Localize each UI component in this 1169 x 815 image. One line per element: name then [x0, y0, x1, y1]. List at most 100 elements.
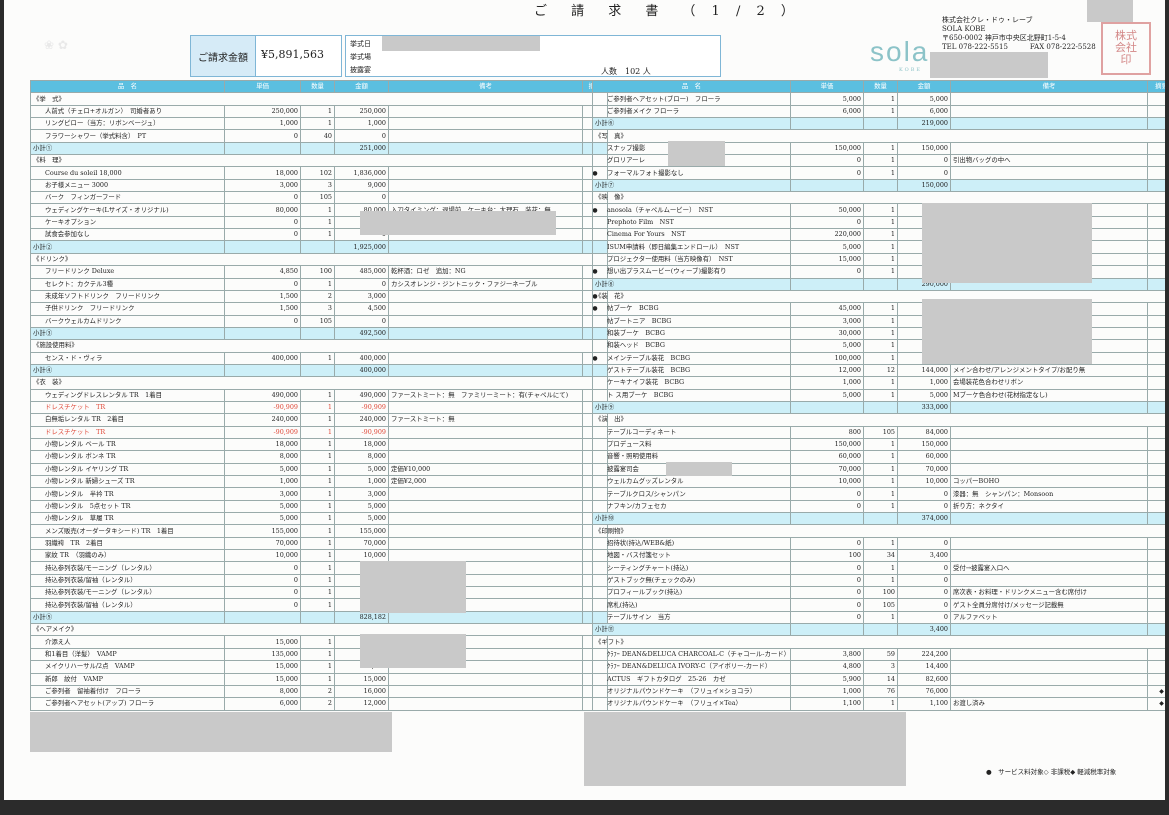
remarks [388, 425, 583, 439]
amount: 9,000 [334, 178, 389, 193]
quantity: 1 [863, 240, 898, 254]
unit-price: 15,000 [790, 252, 864, 267]
table-row: オリジナルパウンドケーキ （フリュイ×Tea） 1,100 1 1,100 お渡し済み ◆ [592, 697, 1165, 711]
item-name: お子様メニュー 3000 [30, 178, 225, 193]
quantity: 1 [300, 215, 335, 230]
tax-mark [1147, 660, 1165, 674]
amount: 16,000 [334, 684, 389, 699]
remarks [388, 524, 583, 538]
redaction-block [668, 141, 725, 166]
unit-price: 0 [790, 536, 864, 551]
quantity: 1 [300, 388, 335, 402]
quantity: 1 [863, 228, 898, 242]
redaction-block [360, 211, 556, 235]
tax-mark [1147, 141, 1165, 156]
quantity: 76 [863, 684, 898, 699]
tax-mark [1147, 388, 1165, 402]
unit-price: 1,500 [224, 289, 301, 304]
remarks [388, 437, 583, 452]
quantity: 1 [863, 573, 898, 588]
remarks [388, 697, 583, 711]
amount [334, 92, 389, 106]
quantity: 14 [863, 672, 898, 686]
subtotal-row: 小計⑩ 374,000 [592, 512, 1165, 526]
quantity: 1 [300, 203, 335, 217]
remarks: 定価¥2,000 [388, 474, 583, 489]
tax-mark [1147, 635, 1165, 649]
item-name: 子供ドリンク フリードリンク [30, 302, 225, 316]
quantity: 1 [863, 610, 898, 625]
unit-price [790, 178, 864, 193]
invoice-table-left: 品 名単価数量金額備考摘要 《挙 式》人前式（チェロ+オルガン） 司婚者あり25… [30, 79, 608, 711]
venue-name: SOLA KOBE [942, 25, 986, 33]
item-name: ウェディングドレスレンタル TR 1着目 [30, 388, 225, 402]
tax-mark [1147, 549, 1165, 563]
table-row: 小物レンタル 新婦シューズ TR 1,000 1 1,000 定価¥2,000 [30, 474, 608, 489]
company-seal: 株式 会社印 [1101, 22, 1151, 75]
quantity: 1 [863, 536, 898, 551]
item-name: Prephoto Film NST [592, 215, 791, 230]
quantity: 1 [300, 462, 335, 477]
amount: 0 [897, 536, 951, 551]
quantity: 1 [863, 339, 898, 353]
table-row: バークウェルカムドリンク 0 105 0 [30, 314, 608, 328]
remarks [388, 117, 583, 131]
amount: 219,000 [897, 117, 951, 131]
unit-price: 60,000 [790, 450, 864, 464]
unit-price: 5,900 [790, 672, 864, 686]
item-name: ご参列者 留袖着付け フローラ [30, 684, 225, 699]
amount: 400,000 [334, 363, 389, 378]
tax-mark [1147, 289, 1165, 304]
tax-mark [1147, 647, 1165, 662]
tax-mark [1147, 499, 1165, 514]
unit-price: 1,000 [224, 117, 301, 131]
category-row: 《ドリンク》 [30, 252, 608, 267]
remarks: 折り方：ネクタイ [950, 499, 1148, 514]
quantity: 1 [863, 437, 898, 452]
amount: 251,000 [334, 141, 389, 156]
item-name: 《印刷物》 [592, 524, 791, 538]
unit-price: 6,000 [224, 697, 301, 711]
column-header: 単価 [790, 79, 864, 94]
amount: 400,000 [334, 351, 389, 365]
quantity [300, 141, 335, 156]
quantity: 1 [300, 573, 335, 588]
unit-price: 0 [224, 129, 301, 143]
table-row: フォーマルフォト撮影なし 0 1 0 [592, 166, 1165, 180]
tax-mark [1147, 117, 1165, 131]
unit-price [224, 339, 301, 353]
quantity [863, 277, 898, 291]
unit-price: 1,000 [224, 474, 301, 489]
tax-mark [1147, 326, 1165, 341]
remarks: お渡し済み [950, 697, 1148, 711]
table-row: ゲストテーブル装花 BCBG 12,000 12 144,000 メイン合わせ/アレンジ… [592, 363, 1165, 378]
item-name: プロフィールブック(持込) [592, 586, 791, 600]
table-row: ｸﾗﾌｰ DEAN&DELUCA CHARCOAL-C（チャコール-カード） 3,… [592, 647, 1165, 662]
amount: 3,400 [897, 623, 951, 637]
unit-price: 0 [224, 573, 301, 588]
item-name: Course du soleil 18,000 [30, 166, 225, 180]
item-name: ト ス用ブーケ BCBG [592, 388, 791, 402]
quantity: 12 [863, 363, 898, 378]
quantity: 1 [300, 561, 335, 575]
unit-price [790, 191, 864, 205]
remarks [388, 450, 583, 464]
unit-price: 5,000 [790, 388, 864, 402]
subtotal-row: 小計① 251,000 [30, 141, 608, 156]
amount: 0 [334, 129, 389, 143]
unit-price: 220,000 [790, 228, 864, 242]
tax-mark [1147, 598, 1165, 612]
quantity: 1 [300, 450, 335, 464]
tax-mark [1147, 474, 1165, 489]
quantity: 1 [300, 672, 335, 686]
tax-mark [1147, 203, 1165, 217]
quantity [300, 326, 335, 341]
quantity [300, 92, 335, 106]
unit-price: 5,000 [790, 339, 864, 353]
remarks: 引出物バッグの中へ [950, 154, 1148, 168]
remarks: 乾杯酒：ロゼ 追加：NG [388, 265, 583, 279]
table-row: 持込参列衣装/モーニング（レンタル）010 [30, 586, 608, 600]
table-row: セレクト：カクテル3種 0 1 0 カシスオレンジ・ジントニック・ファジーネーブル [30, 277, 608, 291]
total-amount-box: ご請求金額 ¥5,891,563 [190, 35, 342, 77]
item-name: ケーキオプション [30, 215, 225, 230]
